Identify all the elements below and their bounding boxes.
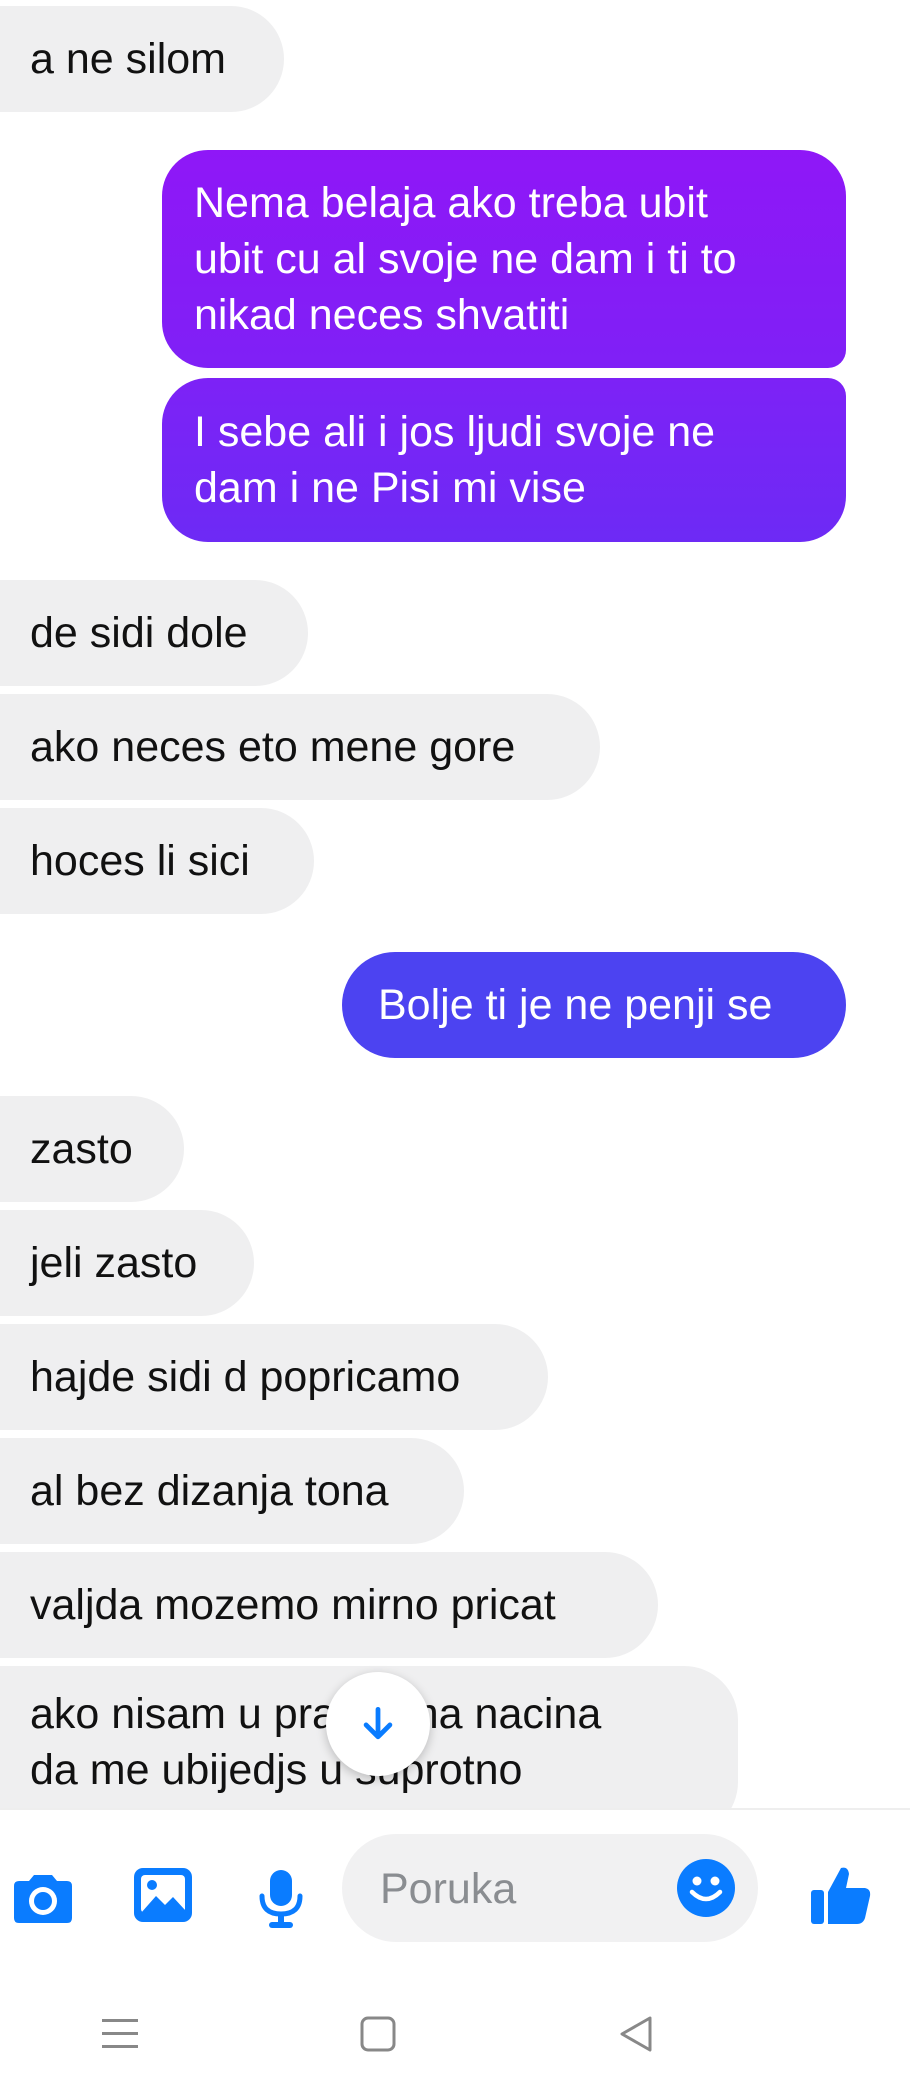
- message-input[interactable]: [378, 1856, 662, 1922]
- message-thread[interactable]: a ne silom Nema belaja ako treba ubit ub…: [0, 0, 910, 1808]
- microphone-button[interactable]: [248, 1866, 314, 1932]
- menu-button[interactable]: [92, 2006, 148, 2062]
- message-incoming[interactable]: valjda mozemo mirno pricat: [0, 1552, 658, 1658]
- message-incoming[interactable]: ako neces eto mene gore: [0, 694, 600, 800]
- message-incoming[interactable]: hajde sidi d popricamo: [0, 1324, 548, 1430]
- message-outgoing[interactable]: Bolje ti je ne penji se: [342, 952, 846, 1058]
- thumbs-up-icon: [811, 1867, 871, 1924]
- message-input-pill[interactable]: [342, 1834, 758, 1942]
- microphone-icon: [259, 1870, 303, 1928]
- gallery-button[interactable]: [130, 1862, 196, 1928]
- home-square-icon: [360, 2016, 396, 2052]
- back-triangle-icon: [620, 2016, 652, 2052]
- like-button[interactable]: [806, 1860, 876, 1930]
- back-button[interactable]: [608, 2006, 664, 2062]
- message-incoming[interactable]: jeli zasto: [0, 1210, 254, 1316]
- system-navigation-bar: [0, 1968, 910, 2099]
- camera-button[interactable]: [10, 1866, 76, 1932]
- menu-icon: [102, 2019, 138, 2048]
- message-composer: [0, 1808, 910, 1970]
- arrow-down-icon: [363, 1706, 393, 1740]
- message-incoming[interactable]: al bez dizanja tona: [0, 1438, 464, 1544]
- message-incoming[interactable]: hoces li sici: [0, 808, 314, 914]
- emoji-icon[interactable]: [676, 1858, 736, 1918]
- camera-icon: [14, 1875, 72, 1923]
- gallery-icon: [134, 1868, 192, 1922]
- home-button[interactable]: [350, 2006, 406, 2062]
- message-outgoing[interactable]: I sebe ali i jos ljudi svoje ne dam i ne…: [162, 378, 846, 542]
- scroll-to-bottom-button[interactable]: [326, 1672, 430, 1776]
- message-incoming[interactable]: a ne silom: [0, 6, 284, 112]
- message-incoming[interactable]: zasto: [0, 1096, 184, 1202]
- message-outgoing[interactable]: Nema belaja ako treba ubit ubit cu al sv…: [162, 150, 846, 368]
- message-incoming[interactable]: de sidi dole: [0, 580, 308, 686]
